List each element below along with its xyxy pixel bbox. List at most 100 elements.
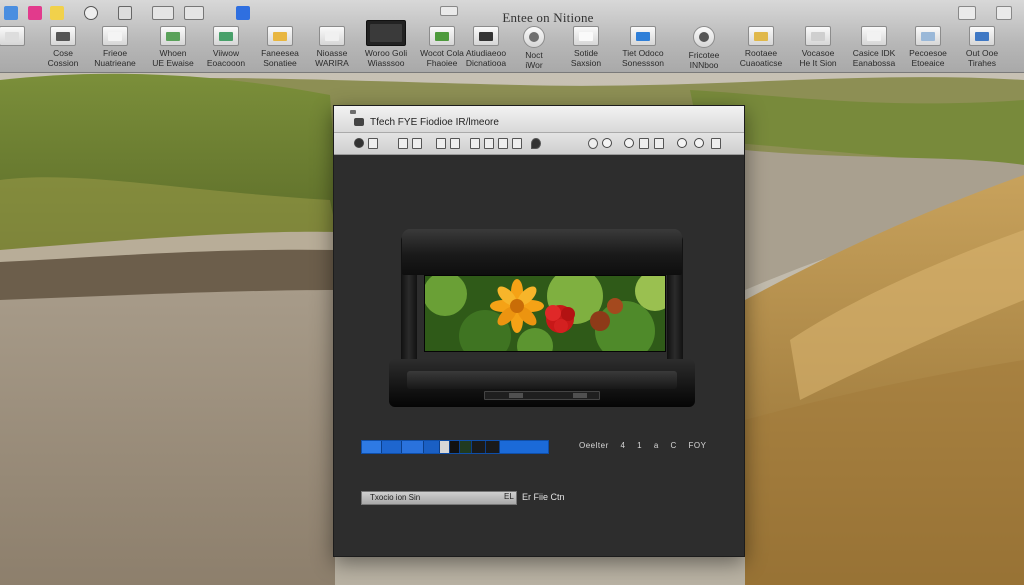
segment-button[interactable]: [486, 441, 500, 453]
folder-icon[interactable]: [28, 6, 42, 20]
device-slot: [573, 393, 587, 398]
tool-button-12[interactable]: Tiet Odoco Sonessson: [615, 22, 671, 72]
tool-button-13[interactable]: Fricotee INNboo: [676, 22, 732, 72]
segment-button[interactable]: [424, 441, 440, 453]
flower-image: [425, 276, 665, 351]
tool-button-11[interactable]: Sotide Saxsion: [558, 22, 614, 72]
readout-value: FOY: [688, 441, 707, 450]
page-icon: [861, 26, 887, 46]
split-icon[interactable]: [470, 138, 480, 149]
tool-button-18[interactable]: Out Ooe Tirahes: [954, 22, 1010, 72]
list-icon[interactable]: [412, 138, 422, 149]
display-icon[interactable]: [152, 6, 174, 20]
screen-icon[interactable]: [184, 6, 204, 20]
tool-button-7[interactable]: Woroo Goli Wiasssoo: [358, 20, 414, 72]
device-preview: [389, 229, 695, 409]
segment-button[interactable]: [382, 441, 402, 453]
search-icon: [523, 26, 545, 48]
segment-button[interactable]: [472, 441, 486, 453]
tool-button-4[interactable]: Viiwow Eoacooon: [198, 22, 254, 72]
refresh-icon[interactable]: [588, 138, 598, 149]
new-page-icon[interactable]: [398, 138, 408, 149]
layout-icon[interactable]: [436, 138, 446, 149]
list-icon: [805, 26, 831, 46]
gear-icon: [693, 26, 715, 48]
file-icon: [319, 26, 345, 46]
tool-button-1[interactable]: Cose Cossion: [35, 22, 91, 72]
window-icon[interactable]: [368, 138, 378, 149]
monitor-icon: [366, 20, 406, 46]
segment-button[interactable]: [500, 441, 548, 453]
page-icon: [102, 26, 128, 46]
menu-icon[interactable]: [996, 6, 1012, 20]
file-size-label: Er Fiie Ctn: [522, 492, 565, 502]
export-icon[interactable]: [711, 138, 721, 149]
window-title: Tfech FYE Fiodioe IR/lmeore: [370, 117, 499, 128]
tool-button-16[interactable]: Casice IDK Eanabossa: [846, 22, 902, 72]
segment-button[interactable]: [402, 441, 424, 453]
segmented-control-bar: [361, 440, 549, 454]
window-titlebar[interactable]: Tfech FYE Fiodioe IR/lmeore: [334, 106, 744, 133]
bluetooth-icon[interactable]: [236, 6, 250, 20]
readout-label: Oeelter: [579, 441, 609, 450]
tool-button-10[interactable]: Noct iWor: [506, 22, 562, 72]
control-readout: Oeelter 4 1 a C FOY: [579, 441, 716, 450]
tool-button-3[interactable]: Whoen UE Ewaise: [145, 22, 201, 72]
device-base-strip: [407, 371, 677, 389]
camera-icon: [50, 26, 76, 46]
finder-icon[interactable]: [4, 6, 18, 20]
camera-icon: [354, 118, 364, 126]
close-dot-icon[interactable]: [350, 110, 356, 114]
eye-icon: [213, 26, 239, 46]
toolbar-tools: Cose Cossion Frieoe Nuatrieane Whoen UE …: [0, 20, 1024, 74]
info-icon[interactable]: [694, 138, 704, 148]
document-icon: [0, 26, 25, 46]
tablet-icon: [473, 26, 499, 46]
gear-icon[interactable]: [602, 138, 612, 148]
segment-button[interactable]: [440, 441, 450, 453]
card-icon: [748, 26, 774, 46]
document-icon: [573, 26, 599, 46]
grid-icon[interactable]: [450, 138, 460, 149]
segment-button[interactable]: [362, 441, 382, 453]
image-icon: [429, 26, 455, 46]
screen-icon[interactable]: [639, 138, 649, 149]
readout-value: 1: [637, 441, 643, 450]
tool-button-15[interactable]: Vocasoe He It Sion: [790, 22, 846, 72]
folder-icon: [267, 26, 293, 46]
file-name-field[interactable]: Txocio ion Sin: [361, 491, 517, 505]
drop-icon[interactable]: [531, 138, 541, 149]
app-window: Tfech FYE Fiodioe IR/lmeore Oeelter 4 1 …: [333, 105, 745, 557]
readout-value: a: [653, 441, 659, 450]
window-icon[interactable]: [118, 6, 132, 20]
device-control-panel: [484, 391, 600, 400]
maximize-icon[interactable]: [958, 6, 976, 20]
record-icon[interactable]: [354, 138, 364, 148]
notes-icon[interactable]: [50, 6, 64, 20]
file-field-suffix: EL: [504, 492, 514, 501]
frame-icon[interactable]: [498, 138, 508, 149]
clock-icon[interactable]: [84, 6, 98, 20]
tool-button-2[interactable]: Frieoe Nuatrieane: [87, 22, 143, 72]
zoom-icon[interactable]: [654, 138, 664, 149]
photo-icon: [969, 26, 995, 46]
segment-button[interactable]: [460, 441, 472, 453]
screen-icon: [630, 26, 656, 46]
panel-icon[interactable]: [484, 138, 494, 149]
device-slot: [509, 393, 523, 398]
device-screen-image: [424, 275, 666, 352]
minimize-icon[interactable]: [440, 6, 458, 16]
readout-value: C: [670, 441, 677, 450]
tool-button-17[interactable]: Pecoesoe Etoeaice: [900, 22, 956, 72]
window-toolbar: [334, 133, 744, 155]
tool-button-6[interactable]: Nioasse WARIRA: [304, 22, 360, 72]
search-icon[interactable]: [677, 138, 687, 148]
view-icon[interactable]: [512, 138, 522, 149]
upload-icon: [160, 26, 186, 46]
segment-button[interactable]: [450, 441, 460, 453]
tool-button-14[interactable]: Rootaee Cuaoaticse: [733, 22, 789, 72]
target-icon[interactable]: [624, 138, 634, 148]
calendar-icon: [915, 26, 941, 46]
tool-button-5[interactable]: Faneesea Sonatiee: [252, 22, 308, 72]
device-top-bar: [402, 229, 682, 275]
